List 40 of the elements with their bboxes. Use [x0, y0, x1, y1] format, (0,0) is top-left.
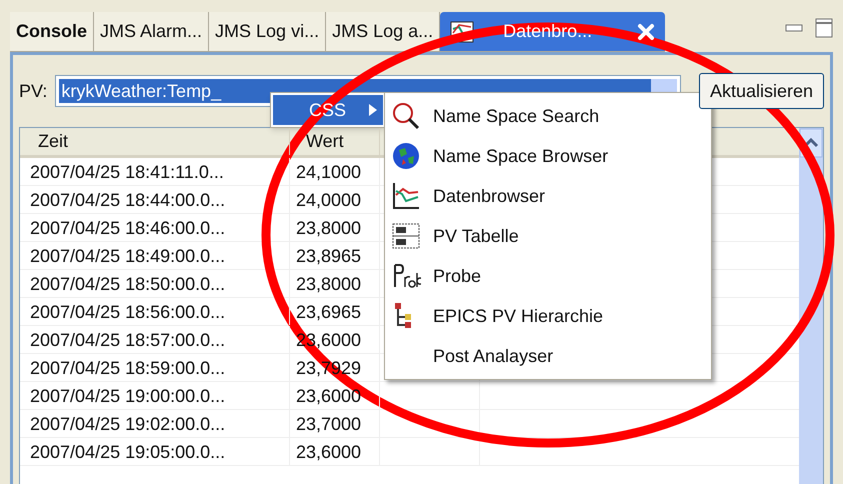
menu-item[interactable]: Datenbrowser [385, 176, 711, 216]
table-cell: 2007/04/25 19:02:00.0... [20, 410, 290, 437]
table-cell: 23,6000 [290, 438, 380, 465]
globe-icon [391, 141, 421, 171]
view-tab[interactable]: Console [10, 12, 94, 51]
minimize-icon[interactable] [785, 23, 803, 33]
menu-item[interactable]: PV Tabelle [385, 216, 711, 256]
maximize-icon[interactable] [815, 18, 833, 38]
table-cell: 2007/04/25 18:57:00.0... [20, 326, 290, 353]
view-tab[interactable]: JMS Log a... [326, 12, 440, 51]
table-cell: 2007/04/25 18:56:00.0... [20, 298, 290, 325]
menu-item[interactable]: Post Analayser [385, 336, 711, 376]
menu-item[interactable]: EPICS PV Hierarchie [385, 296, 711, 336]
table-cell: 23,7000 [290, 410, 380, 437]
table-cell: 2007/04/25 18:50:00.0... [20, 270, 290, 297]
menu-item[interactable]: Name Space Browser [385, 136, 711, 176]
pv-label: PV: [19, 80, 48, 102]
table-cell: 23,8000 [290, 270, 380, 297]
table-cell: 23,8965 [290, 242, 380, 269]
menu-item[interactable]: Probe [385, 256, 711, 296]
table-cell: 24,0000 [290, 186, 380, 213]
table-cell: 2007/04/25 18:49:00.0... [20, 242, 290, 269]
table-cell: 24,1000 [290, 158, 380, 185]
table-cell: 2007/04/25 18:46:00.0... [20, 214, 290, 241]
table-cell: 2007/04/25 18:44:00.0... [20, 186, 290, 213]
table-cell: 23,6965 [290, 298, 380, 325]
table-cell: 2007/04/25 18:59:00.0... [20, 354, 290, 381]
table-cell: 2007/04/25 19:05:00.0... [20, 438, 290, 465]
line-chart-icon [391, 181, 421, 211]
table-cell: 2007/04/25 19:00:00.0... [20, 382, 290, 409]
table-icon [391, 221, 421, 251]
table-cell: 23,6000 [290, 382, 380, 409]
submenu-arrow-icon [369, 104, 377, 116]
view-tab[interactable]: JMS Log vi... [209, 12, 326, 51]
refresh-button[interactable]: Aktualisieren [698, 73, 824, 109]
table-cell: 23,8000 [290, 214, 380, 241]
table-cell: 2007/04/25 18:41:11.0... [20, 158, 290, 185]
magnifier-icon [391, 101, 421, 131]
close-icon[interactable] [637, 22, 656, 40]
view-tab[interactable]: JMS Alarm... [94, 12, 210, 51]
